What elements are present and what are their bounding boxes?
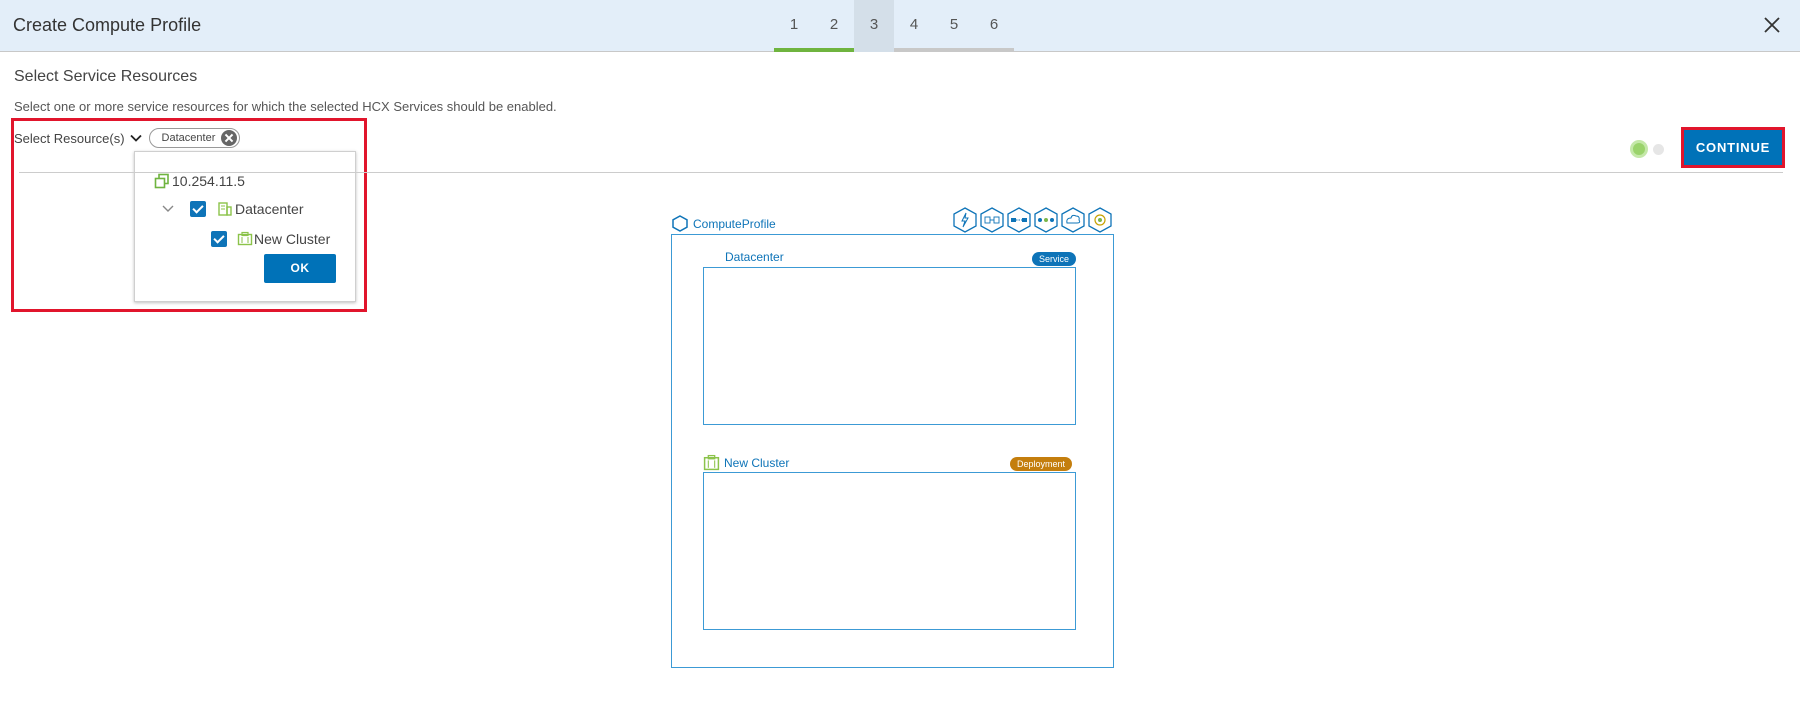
compute-profile-title: ComputeProfile [672, 215, 776, 232]
vcenter-icon [154, 173, 169, 189]
datacenter-label: Datacenter [235, 201, 304, 217]
status-dot-active [1630, 140, 1648, 158]
bulk-migration-icon[interactable] [1034, 207, 1058, 233]
cluster-checkbox[interactable] [211, 231, 227, 247]
close-icon[interactable] [1762, 15, 1782, 35]
hexagon-icon [672, 215, 688, 232]
continue-button[interactable]: CONTINUE [1684, 130, 1782, 165]
cloud-vmotion-icon[interactable] [1061, 207, 1085, 233]
disaster-recovery-icon[interactable] [1088, 207, 1112, 233]
tree-node-cluster[interactable]: New Cluster [211, 231, 330, 247]
datacenter-icon [218, 202, 232, 216]
datacenter-box [703, 267, 1076, 425]
wan-optimization-icon[interactable] [980, 207, 1004, 233]
status-dot-inactive [1653, 144, 1664, 155]
step-indicator: 1 2 3 4 5 6 [774, 0, 1014, 52]
section-title: Select Service Resources [14, 68, 198, 85]
divider [19, 172, 1783, 173]
compute-profile-name: ComputeProfile [693, 216, 776, 231]
hcx-interconnect-icon[interactable] [953, 207, 977, 233]
service-icons [953, 207, 1115, 233]
service-badge: Service [1032, 252, 1077, 266]
diagram-cluster-label: New Cluster [724, 455, 790, 470]
chevron-down-icon[interactable] [162, 204, 174, 214]
cluster-box [703, 472, 1076, 630]
ok-button[interactable]: OK [264, 254, 336, 283]
deployment-badge: Deployment [1010, 457, 1073, 471]
step-6[interactable]: 6 [974, 0, 1014, 52]
wizard-header: Create Compute Profile 1 2 3 4 5 6 [0, 0, 1800, 52]
step-4[interactable]: 4 [894, 0, 934, 52]
network-extension-icon[interactable] [1007, 207, 1031, 233]
diagram-cluster-title: New Cluster [703, 454, 789, 471]
step-3[interactable]: 3 [854, 0, 894, 52]
step-1[interactable]: 1 [774, 0, 814, 52]
step-2[interactable]: 2 [814, 0, 854, 52]
resource-dropdown: 10.254.11.5 Datacenter New Cluster OK [134, 151, 356, 302]
step-5[interactable]: 5 [934, 0, 974, 52]
cluster-label: New Cluster [254, 231, 331, 247]
wizard-title: Create Compute Profile [13, 15, 202, 35]
tree-node-vcenter[interactable]: 10.254.11.5 [154, 173, 245, 189]
section-description: Select one or more service resources for… [14, 99, 557, 114]
cluster-icon [237, 231, 253, 246]
datacenter-checkbox[interactable] [190, 201, 206, 217]
tree-node-datacenter[interactable]: Datacenter [190, 201, 303, 217]
cluster-icon [703, 454, 720, 471]
diagram-datacenter-label: Datacenter [725, 250, 784, 264]
vcenter-label: 10.254.11.5 [172, 173, 245, 189]
